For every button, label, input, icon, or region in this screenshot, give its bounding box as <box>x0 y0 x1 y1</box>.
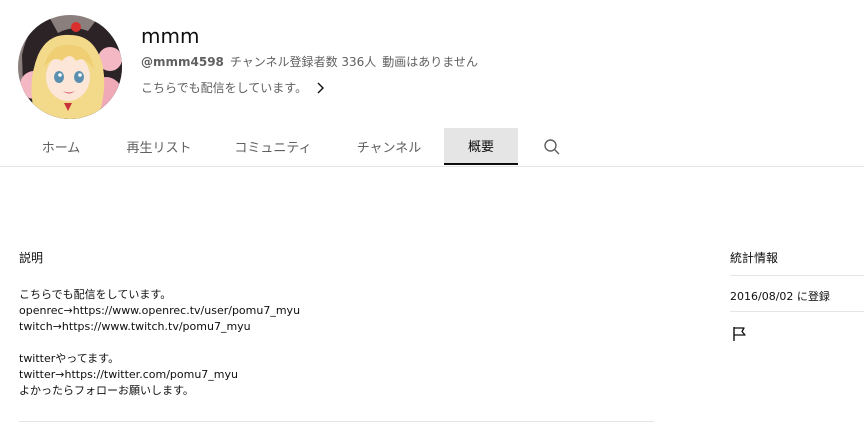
tab-playlists[interactable]: 再生リスト <box>112 128 206 165</box>
channel-handle: @mmm4598 <box>141 55 224 69</box>
search-button[interactable] <box>540 136 564 158</box>
subscriber-count: チャンネル登録者数 336人 <box>229 55 377 69</box>
stats-divider-bottom <box>730 311 864 312</box>
tab-community[interactable]: コミュニティ <box>222 128 324 165</box>
description-heading: 説明 <box>19 251 44 265</box>
channel-meta: @mmm4598 チャンネル登録者数 336人 動画はありません <box>141 53 478 70</box>
channel-tabs: ホーム 再生リスト コミュニティ チャンネル 概要 <box>0 128 864 167</box>
channel-name: mmm <box>141 24 200 48</box>
tab-home[interactable]: ホーム <box>20 128 102 165</box>
tab-about[interactable]: 概要 <box>444 128 518 165</box>
flag-icon <box>733 327 746 341</box>
description-divider <box>19 421 654 422</box>
channel-tagline: こちらでも配信をしています。 <box>141 81 308 95</box>
description-text: こちらでも配信をしています。 openrec→https://www.openr… <box>19 288 301 397</box>
chevron-right-icon <box>317 82 325 93</box>
stats-heading: 統計情報 <box>730 251 779 265</box>
channel-avatar[interactable] <box>18 15 122 119</box>
search-icon <box>544 139 560 155</box>
report-button[interactable] <box>731 325 749 343</box>
tab-channels[interactable]: チャンネル <box>340 128 438 165</box>
stats-divider-top <box>730 275 864 276</box>
channel-tagline-link[interactable]: こちらでも配信をしています。 <box>141 79 325 96</box>
video-count: 動画はありません <box>382 55 478 69</box>
joined-date: 2016/08/02 に登録 <box>730 290 830 303</box>
